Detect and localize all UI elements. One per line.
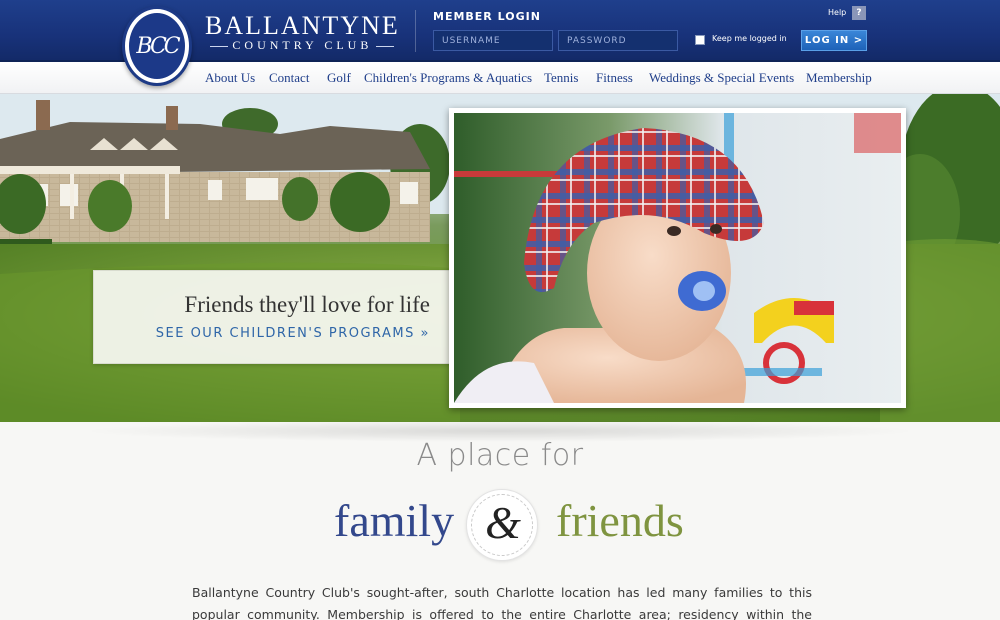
ampersand-badge: & (466, 489, 538, 561)
logo-monogram: BCC (127, 11, 187, 81)
family-word: family (334, 495, 455, 546)
keep-logged-in-checkbox[interactable] (695, 35, 705, 45)
childrens-programs-link[interactable]: SEE OUR CHILDREN'S PROGRAMS » (156, 326, 430, 341)
club-logo[interactable]: BCC (122, 6, 192, 86)
member-login-title: MEMBER LOGIN (433, 10, 541, 23)
intro-paragraph: Ballantyne Country Club's sought-after, … (192, 585, 812, 620)
promo-card: Friends they'll love for life SEE OUR CH… (93, 270, 451, 364)
nav-membership[interactable]: Membership (806, 70, 872, 86)
nav-tennis[interactable]: Tennis (544, 70, 578, 86)
brand-subtitle: COUNTRY CLUB (205, 38, 400, 53)
help-link[interactable]: Help (828, 8, 846, 17)
nav-about-us[interactable]: About Us (205, 70, 255, 86)
promo-title: Friends they'll love for life (184, 292, 430, 317)
nav-weddings-events[interactable]: Weddings & Special Events (649, 70, 794, 86)
baby-photo (454, 113, 901, 403)
brand-wordmark[interactable]: BALLANTYNE COUNTRY CLUB (205, 12, 400, 53)
header-divider (415, 10, 416, 52)
nav-contact[interactable]: Contact (269, 70, 309, 86)
ampersand-glyph: & (485, 497, 521, 548)
nav-fitness[interactable]: Fitness (596, 70, 633, 86)
password-input[interactable] (558, 30, 678, 51)
keep-logged-in-label: Keep me logged in (712, 34, 787, 43)
nav-golf[interactable]: Golf (327, 70, 351, 86)
friends-word: friends (556, 495, 684, 546)
tagline: A place for (416, 438, 584, 473)
help-icon[interactable]: ? (852, 6, 866, 20)
featured-photo-frame (449, 108, 906, 408)
nav-childrens-programs[interactable]: Children's Programs & Aquatics (364, 70, 532, 86)
login-button[interactable]: LOG IN > (801, 30, 867, 51)
brand-name: BALLANTYNE (205, 11, 400, 40)
username-input[interactable] (433, 30, 553, 51)
